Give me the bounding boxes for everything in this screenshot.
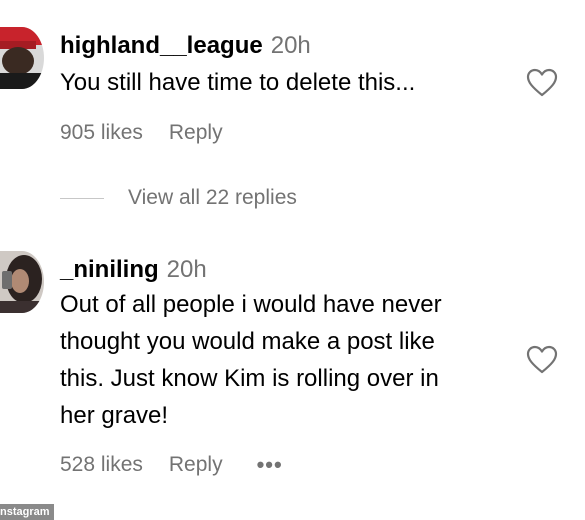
- reply-button[interactable]: Reply: [169, 453, 223, 477]
- comment-text: You still have time to delete this...: [60, 69, 416, 96]
- comment-text-line: this. Just know Kim is rolling over in: [60, 365, 439, 392]
- username-text[interactable]: highland__league: [60, 32, 263, 59]
- comment-meta: 528 likes Reply •••: [60, 452, 283, 478]
- avatar-image: [0, 27, 44, 89]
- likes-count[interactable]: 528 likes: [60, 453, 143, 477]
- comment-username[interactable]: highland__league 20h: [60, 32, 311, 60]
- comment-text: Out of all people i would have never tho…: [60, 286, 442, 434]
- comment-text-line: thought you would make a post like: [60, 328, 435, 355]
- like-button[interactable]: [526, 68, 558, 98]
- comment-meta: 905 likes Reply: [60, 121, 223, 145]
- heart-outline-icon: [526, 68, 558, 97]
- avatar[interactable]: [0, 251, 44, 313]
- view-replies-label: View all 22 replies: [128, 186, 297, 209]
- source-watermark: nstagram: [0, 504, 54, 520]
- like-button[interactable]: [526, 345, 558, 375]
- divider-line: [60, 197, 104, 199]
- avatar-image: [0, 251, 44, 313]
- username-text[interactable]: _niniling: [60, 256, 159, 283]
- avatar[interactable]: [0, 27, 44, 89]
- comment-username[interactable]: _niniling 20h: [60, 256, 207, 284]
- view-replies-button[interactable]: View all 22 replies: [60, 186, 297, 210]
- comment-text-line: her grave!: [60, 402, 169, 429]
- more-options-icon[interactable]: •••: [257, 452, 283, 478]
- comment-time: 20h: [270, 32, 311, 59]
- reply-button[interactable]: Reply: [169, 121, 223, 145]
- heart-outline-icon: [526, 345, 558, 374]
- comment-text-line: Out of all people i would have never: [60, 291, 442, 318]
- comment-time: 20h: [166, 256, 207, 283]
- likes-count[interactable]: 905 likes: [60, 121, 143, 145]
